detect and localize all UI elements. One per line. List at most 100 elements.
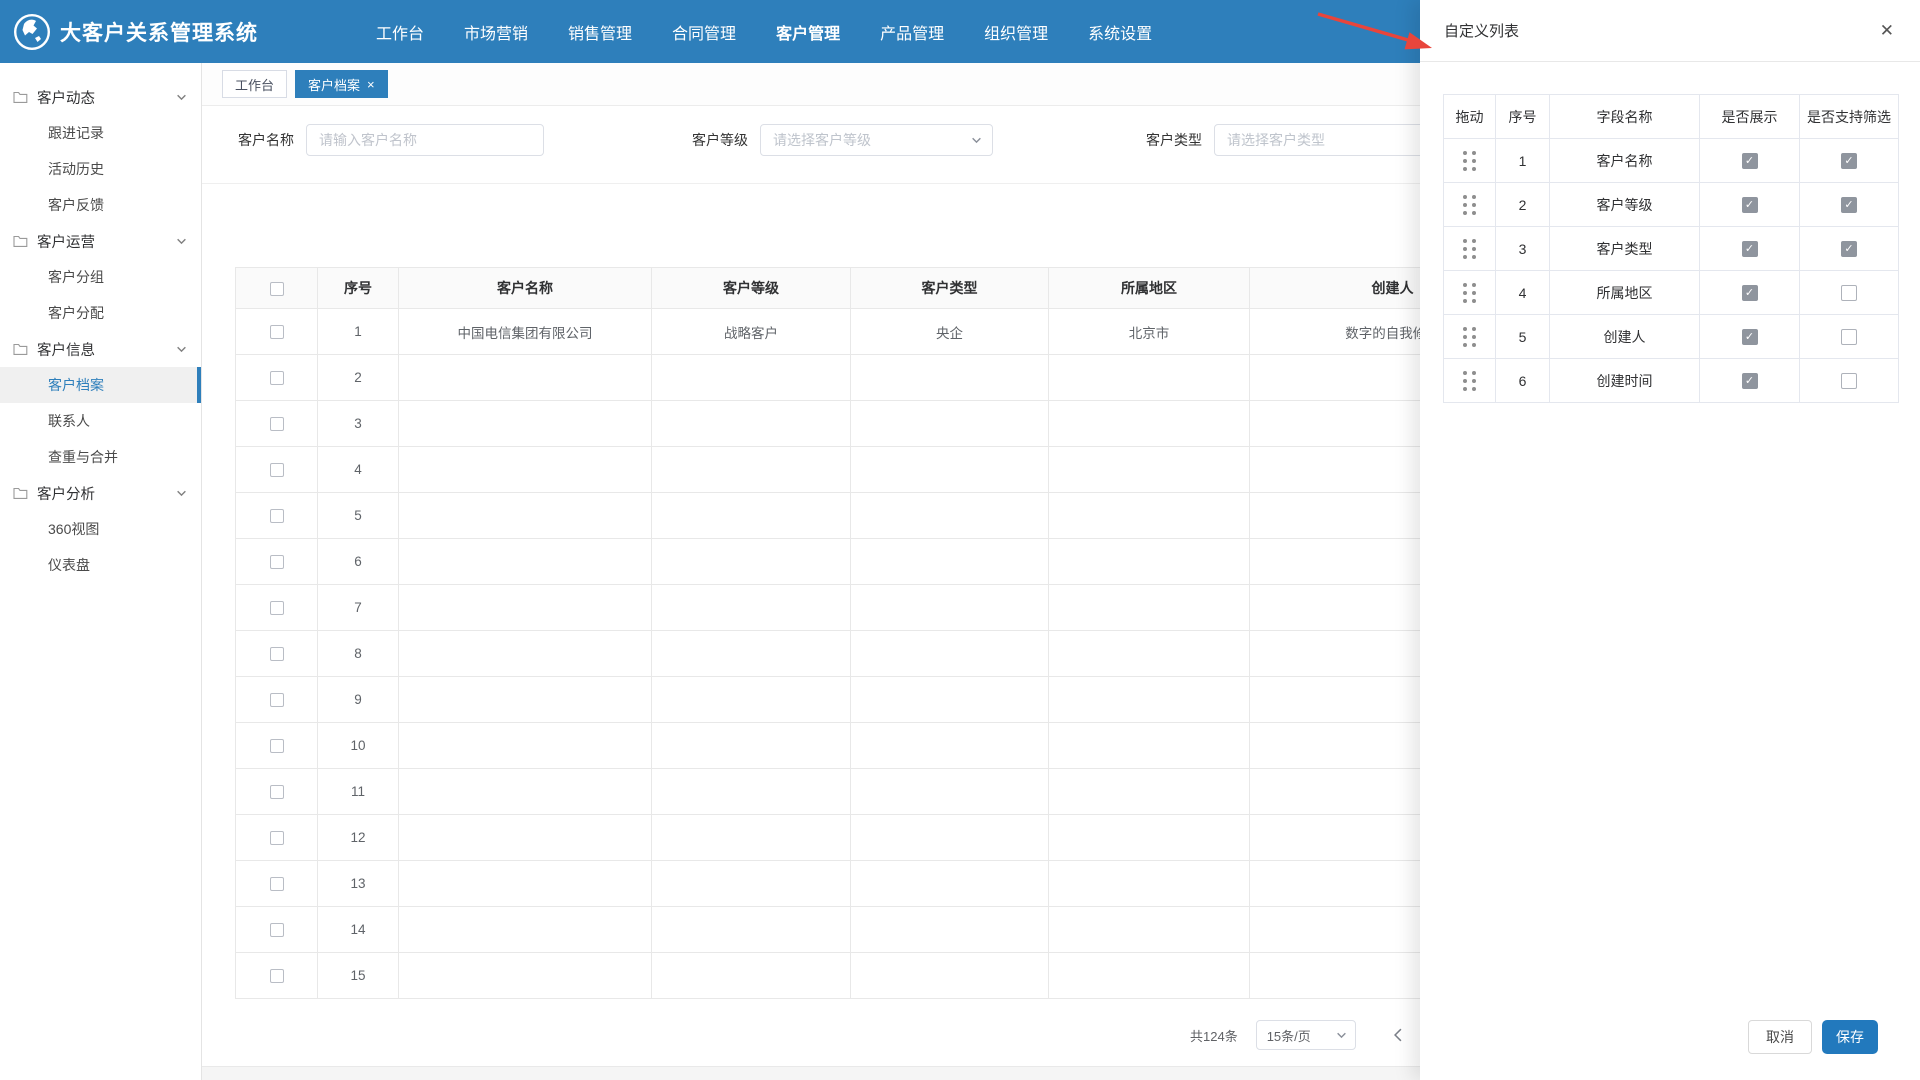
table-row: 6 xyxy=(235,538,1536,585)
drawer-table-row: 1 客户名称 xyxy=(1443,138,1899,183)
row-checkbox[interactable] xyxy=(269,417,284,432)
filterable-checkbox[interactable] xyxy=(1841,329,1857,346)
filterable-checkbox[interactable] xyxy=(1841,153,1857,170)
select-all-checkbox[interactable] xyxy=(269,282,284,297)
sidebar-item[interactable]: 联系人 xyxy=(0,403,201,439)
row-checkbox[interactable] xyxy=(269,877,284,892)
cell: 2 xyxy=(317,354,399,401)
row-checkbox[interactable] xyxy=(269,601,284,616)
sidebar-item[interactable]: 仪表盘 xyxy=(0,547,201,583)
sidebar-item[interactable]: 客户分配 xyxy=(0,295,201,331)
checkbox-cell xyxy=(235,722,318,769)
cell xyxy=(850,860,1049,907)
row-checkbox[interactable] xyxy=(269,509,284,524)
filterable-checkbox[interactable] xyxy=(1841,373,1857,390)
sidebar-group[interactable]: 客户信息 xyxy=(0,331,201,367)
drawer-table-row: 5 创建人 xyxy=(1443,314,1899,359)
nav-item[interactable]: 组织管理 xyxy=(984,20,1048,44)
row-checkbox[interactable] xyxy=(269,739,284,754)
customer-name-input[interactable] xyxy=(306,124,544,156)
cell xyxy=(1048,676,1250,723)
checkbox-cell xyxy=(235,584,318,631)
drag-handle-icon[interactable] xyxy=(1463,150,1476,171)
sidebar-item[interactable]: 跟进记录 xyxy=(0,115,201,151)
tab-label: 工作台 xyxy=(235,77,275,93)
checkbox-cell xyxy=(235,308,318,355)
nav-item[interactable]: 合同管理 xyxy=(672,20,736,44)
row-checkbox[interactable] xyxy=(269,647,284,662)
cell xyxy=(850,768,1049,815)
sidebar-item[interactable]: 查重与合并 xyxy=(0,439,201,475)
cell xyxy=(850,814,1049,861)
filterable-checkbox[interactable] xyxy=(1841,241,1857,258)
table-row: 14 xyxy=(235,906,1536,953)
show-checkbox[interactable] xyxy=(1741,241,1758,258)
customize-columns-drawer: 自定义列表 ✕ 拖动序号字段名称是否展示是否支持筛选 1客户名称2客户等级3客户… xyxy=(1420,0,1920,1080)
nav-item[interactable]: 工作台 xyxy=(376,20,424,44)
drag-handle-icon[interactable] xyxy=(1463,238,1476,259)
cell xyxy=(850,630,1049,677)
row-checkbox[interactable] xyxy=(269,969,284,984)
cell: 12 xyxy=(317,814,399,861)
page-size-select[interactable]: 15条/页 xyxy=(1255,1020,1356,1050)
sidebar-item[interactable]: 客户分组 xyxy=(0,259,201,295)
show-checkbox[interactable] xyxy=(1741,285,1758,302)
pagination-total: 共124条 xyxy=(1190,1028,1238,1044)
row-checkbox[interactable] xyxy=(269,325,284,340)
tab-customer-archive[interactable]: 客户档案 × xyxy=(295,70,388,98)
sidebar-group-label: 客户运营 xyxy=(37,234,95,251)
sidebar-group[interactable]: 客户运营 xyxy=(0,223,201,259)
row-checkbox[interactable] xyxy=(269,555,284,570)
filterable-checkbox[interactable] xyxy=(1841,197,1857,214)
customer-level-select[interactable]: 请选择客户等级 xyxy=(760,124,993,156)
close-icon[interactable]: × xyxy=(367,78,375,91)
cell xyxy=(398,446,652,493)
cell: 14 xyxy=(317,906,399,953)
drag-handle-icon[interactable] xyxy=(1463,370,1476,391)
prev-page-button[interactable] xyxy=(1392,1028,1404,1042)
cell xyxy=(1048,400,1250,447)
sidebar-group[interactable]: 客户动态 xyxy=(0,79,201,115)
close-icon[interactable]: ✕ xyxy=(1880,22,1894,39)
table-row: 8 xyxy=(235,630,1536,677)
show-checkbox[interactable] xyxy=(1741,197,1758,214)
sidebar-item[interactable]: 客户反馈 xyxy=(0,187,201,223)
nav-item[interactable]: 产品管理 xyxy=(880,20,944,44)
show-checkbox[interactable] xyxy=(1741,153,1758,170)
drawer-table-row: 4 所属地区 xyxy=(1443,270,1899,315)
sidebar-item[interactable]: 活动历史 xyxy=(0,151,201,187)
row-checkbox[interactable] xyxy=(269,785,284,800)
sidebar-item[interactable]: 客户档案 xyxy=(0,367,201,403)
nav-item[interactable]: 系统设置 xyxy=(1088,20,1152,44)
sidebar-item[interactable]: 360视图 xyxy=(0,511,201,547)
cancel-button[interactable]: 取消 xyxy=(1748,1020,1812,1054)
show-checkbox[interactable] xyxy=(1741,373,1758,390)
show-cell xyxy=(1699,314,1800,359)
cell xyxy=(651,722,851,769)
row-checkbox[interactable] xyxy=(269,693,284,708)
drawer-table-row: 6 创建时间 xyxy=(1443,358,1899,403)
nav-item[interactable]: 市场营销 xyxy=(464,20,528,44)
drag-handle-icon[interactable] xyxy=(1463,326,1476,347)
nav-item[interactable]: 销售管理 xyxy=(568,20,632,44)
row-checkbox[interactable] xyxy=(269,463,284,478)
cell: 战略客户 xyxy=(651,308,851,355)
nav-item[interactable]: 客户管理 xyxy=(776,20,840,44)
sidebar-group[interactable]: 客户分析 xyxy=(0,475,201,511)
filter-customer-level: 客户等级 请选择客户等级 xyxy=(692,124,993,156)
filterable-cell xyxy=(1799,226,1899,271)
row-checkbox[interactable] xyxy=(269,923,284,938)
tab-workbench[interactable]: 工作台 xyxy=(222,70,288,98)
show-checkbox[interactable] xyxy=(1741,329,1758,346)
filterable-cell xyxy=(1799,314,1899,359)
save-button[interactable]: 保存 xyxy=(1822,1020,1878,1054)
row-checkbox[interactable] xyxy=(269,831,284,846)
drag-handle-icon[interactable] xyxy=(1463,282,1476,303)
cell xyxy=(398,860,652,907)
sidebar-group-label: 客户分析 xyxy=(37,486,95,503)
filterable-checkbox[interactable] xyxy=(1841,285,1857,302)
drag-handle-icon[interactable] xyxy=(1463,194,1476,215)
cell xyxy=(398,492,652,539)
cell xyxy=(850,446,1049,493)
row-checkbox[interactable] xyxy=(269,371,284,386)
